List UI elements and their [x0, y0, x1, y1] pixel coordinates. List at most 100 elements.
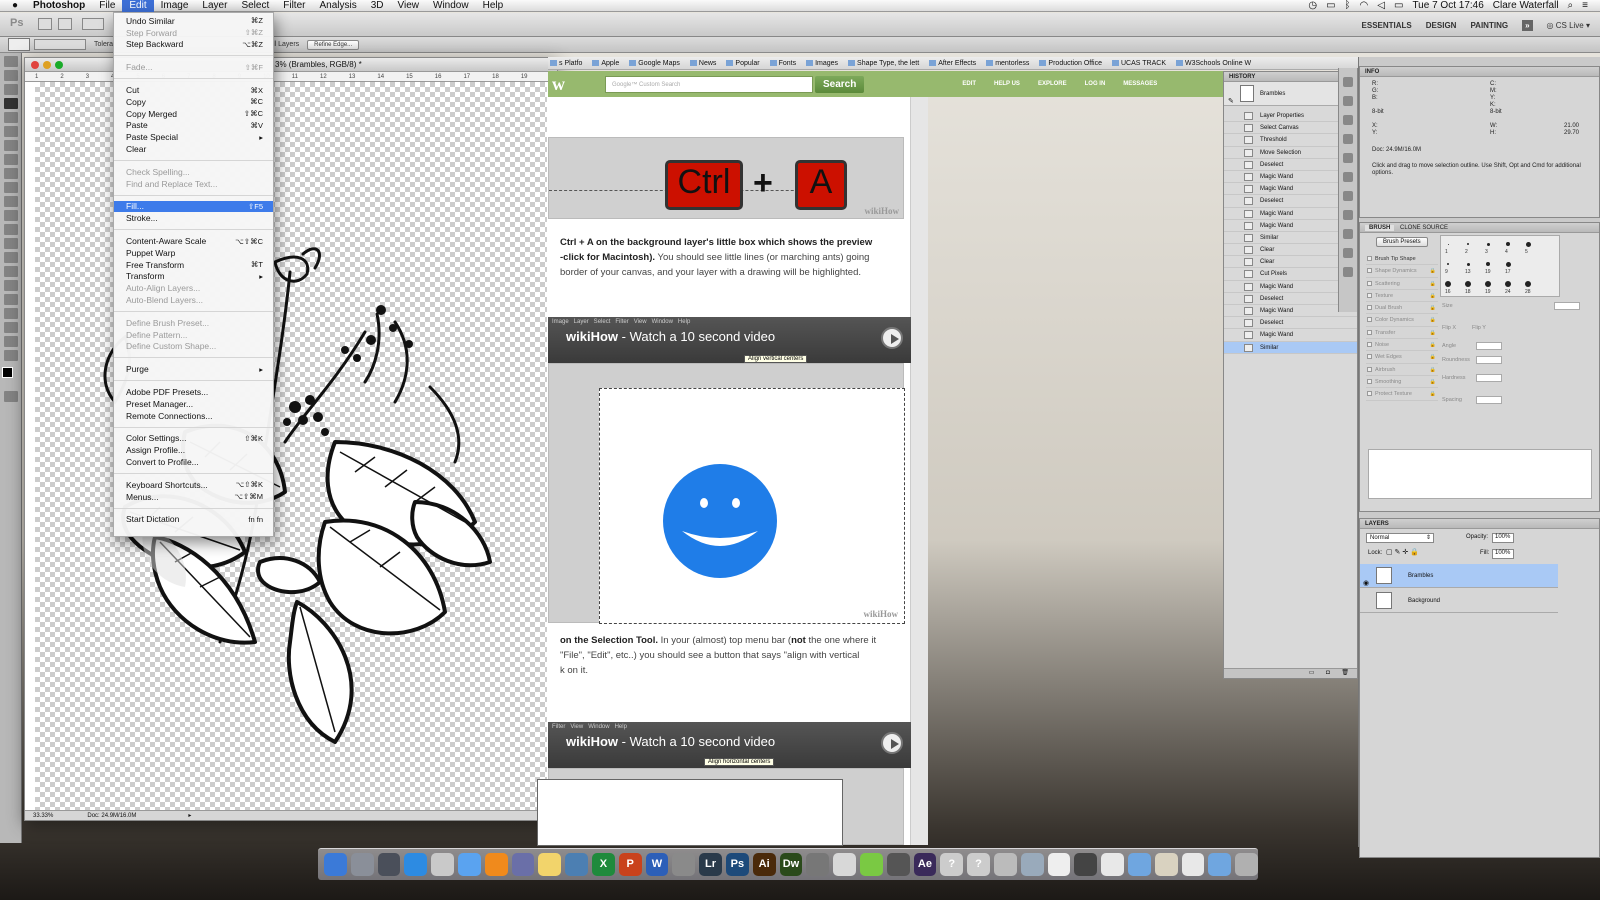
- new-doc-icon[interactable]: ▭: [1309, 670, 1315, 676]
- brush-option[interactable]: Scattering 🔒: [1366, 278, 1438, 290]
- photos-icon[interactable]: [1020, 853, 1044, 876]
- notes-icon[interactable]: [859, 853, 883, 876]
- move-tool-icon[interactable]: [4, 56, 18, 67]
- wikihow-search-input[interactable]: Google™ Custom Search: [605, 75, 813, 93]
- bluetooth-icon[interactable]: ᛒ: [1345, 0, 1351, 11]
- wifi-icon[interactable]: ◠: [1360, 0, 1369, 11]
- minibridge-icon[interactable]: [58, 18, 72, 30]
- dashboard-icon[interactable]: [377, 853, 401, 876]
- brush-option[interactable]: Color Dynamics 🔒: [1366, 314, 1438, 327]
- vlc-icon[interactable]: [484, 853, 508, 876]
- minimize-window-icon[interactable]: [43, 61, 51, 69]
- document-canvas[interactable]: [35, 82, 547, 814]
- brush-option[interactable]: Noise 🔒: [1366, 339, 1438, 352]
- history-brush-tool-icon[interactable]: [4, 182, 18, 193]
- zoom-level[interactable]: 33.33%: [33, 811, 53, 820]
- nav-edit[interactable]: EDIT: [962, 81, 976, 87]
- video2-play-icon[interactable]: [881, 732, 903, 754]
- movie-icon[interactable]: [886, 853, 910, 876]
- textedit-icon[interactable]: [538, 853, 562, 876]
- spotlight-icon[interactable]: ⌕: [1568, 0, 1574, 11]
- bookmark-item[interactable]: W3Schools Online W: [1176, 59, 1251, 67]
- brush-field-input[interactable]: [1476, 374, 1502, 382]
- selection-mode-buttons[interactable]: [34, 39, 86, 50]
- illustrator-icon[interactable]: Ai: [752, 853, 776, 876]
- wikihow-logo[interactable]: w: [552, 74, 565, 95]
- edit-menu-item-color-settings[interactable]: Color Settings... ⇧⌘K: [114, 433, 273, 445]
- tab-clone-source[interactable]: CLONE SOURCE: [1396, 225, 1452, 231]
- brush-option[interactable]: Airbrush 🔒: [1366, 364, 1438, 376]
- color-panel-icon[interactable]: [1343, 172, 1353, 182]
- dodge-tool-icon[interactable]: [4, 238, 18, 249]
- magic-wand-tool-icon[interactable]: [4, 98, 18, 109]
- brush-field-input[interactable]: [1476, 396, 1502, 404]
- bookmark-item[interactable]: Fonts: [769, 59, 796, 67]
- brush-field-input[interactable]: [1476, 342, 1502, 350]
- zoom-window-icon[interactable]: [55, 61, 63, 69]
- word-icon[interactable]: W: [645, 853, 669, 876]
- brush-tip-dot[interactable]: [1505, 281, 1511, 287]
- 3d-orbit-tool-icon[interactable]: [4, 322, 18, 333]
- bookmark-item[interactable]: After Effects: [929, 59, 976, 67]
- swatches-panel-icon[interactable]: [1343, 153, 1353, 163]
- display-icon[interactable]: ▭: [1326, 0, 1335, 11]
- cs-live-button[interactable]: ◎ CS Live ▾: [1547, 21, 1590, 30]
- volume-icon[interactable]: ◁: [1377, 0, 1385, 11]
- edit-menu-item-keyboard-shortcuts[interactable]: Keyboard Shortcuts... ⌥⇧⌘K: [114, 479, 273, 491]
- edit-menu-item-assign-profile[interactable]: Assign Profile...: [114, 444, 273, 456]
- eyedropper-tool-icon[interactable]: [4, 126, 18, 137]
- opacity-input[interactable]: 100%: [1492, 533, 1514, 543]
- edit-menu-item-undo-similar[interactable]: Undo Similar ⌘Z: [114, 15, 273, 27]
- edit-menu-item-clear[interactable]: Clear: [114, 143, 273, 155]
- video-player-2[interactable]: Filter View Window Help wikiHow - Watch …: [548, 722, 911, 768]
- finder-icon[interactable]: [324, 853, 347, 876]
- delete-state-icon[interactable]: 🗑: [1341, 670, 1349, 676]
- lasso-tool-icon[interactable]: [4, 84, 18, 95]
- bookmark-item[interactable]: mentorless: [986, 59, 1029, 67]
- brush-option[interactable]: Wet Edges 🔒: [1366, 351, 1438, 364]
- menu-view[interactable]: View: [391, 0, 427, 12]
- edit-menu-item-fill[interactable]: Fill... ⇧F5: [114, 200, 273, 213]
- menu-analysis[interactable]: Analysis: [312, 0, 363, 12]
- tool-presets-icon[interactable]: [1343, 248, 1353, 258]
- lightroom-icon[interactable]: Lr: [699, 853, 722, 876]
- menu-window[interactable]: Window: [426, 0, 476, 12]
- help-icon-2[interactable]: ?: [967, 853, 990, 876]
- workspace-essentials[interactable]: ESSENTIALS: [1362, 21, 1412, 30]
- refine-edge-button[interactable]: Refine Edge...: [307, 39, 360, 50]
- menu-image[interactable]: Image: [154, 0, 196, 12]
- edit-menu-item-start-dictation[interactable]: Start Dictation fn fn: [114, 514, 273, 526]
- clone-stamp-tool-icon[interactable]: [4, 168, 18, 179]
- brush-tip-dot[interactable]: [1465, 281, 1471, 287]
- gradient-tool-icon[interactable]: [4, 210, 18, 221]
- aftereffects-icon[interactable]: Ae: [913, 853, 937, 876]
- crop-tool-icon[interactable]: [4, 112, 18, 123]
- brush-tip-dot[interactable]: [1485, 281, 1491, 287]
- arrange-docs-icon[interactable]: [82, 18, 104, 30]
- brush-option[interactable]: Transfer 🔒: [1366, 327, 1438, 340]
- menu-3d[interactable]: 3D: [364, 0, 391, 12]
- chrome-icon[interactable]: [1101, 853, 1124, 876]
- menu-filter[interactable]: Filter: [276, 0, 312, 12]
- brush-panel-icon[interactable]: [1343, 267, 1353, 277]
- color-swatches[interactable]: [2, 367, 20, 385]
- wikihow-search-button[interactable]: Search: [815, 75, 865, 93]
- bridge-icon[interactable]: [38, 18, 52, 30]
- bookmark-item[interactable]: Production Office: [1039, 59, 1102, 67]
- layers-panel-header[interactable]: LAYERS: [1360, 519, 1599, 529]
- folder-icon[interactable]: [1127, 853, 1151, 876]
- navigator-panel-icon[interactable]: [1343, 96, 1353, 106]
- edit-menu-item-free-transform[interactable]: Free Transform ⌘T: [114, 259, 273, 271]
- brush-field-input[interactable]: [1554, 302, 1580, 310]
- histogram-panel-icon[interactable]: [1343, 134, 1353, 144]
- folder-icon-2[interactable]: [1208, 853, 1232, 876]
- nav-log-in[interactable]: LOG IN: [1085, 81, 1106, 87]
- blend-mode-select[interactable]: Normal ⇕: [1366, 533, 1434, 543]
- menu-file[interactable]: File: [92, 0, 122, 12]
- layer-row[interactable]: Background: [1360, 589, 1558, 613]
- edit-menu-item-convert-to-profile[interactable]: Convert to Profile...: [114, 456, 273, 468]
- eraser-tool-icon[interactable]: [4, 196, 18, 207]
- menu-layer[interactable]: Layer: [195, 0, 234, 12]
- brush-tip-dot[interactable]: [1447, 243, 1449, 245]
- edit-menu-item-paste-special[interactable]: Paste Special ▸: [114, 131, 273, 143]
